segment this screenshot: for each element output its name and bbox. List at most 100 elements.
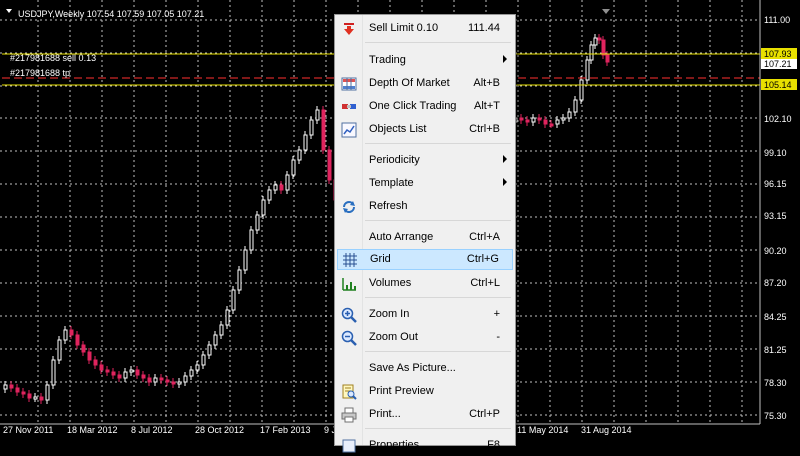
candle-body bbox=[589, 44, 594, 61]
date-label: 27 Nov 2011 bbox=[3, 425, 53, 435]
date-label: 18 Mar 2012 bbox=[67, 425, 118, 435]
price-label: 99.10 bbox=[764, 148, 787, 158]
candle-body bbox=[69, 329, 74, 336]
menu-item-label: Refresh bbox=[369, 200, 408, 212]
candle-body bbox=[585, 59, 590, 81]
menu-item-objects-list[interactable]: Objects List Ctrl+B bbox=[336, 119, 514, 140]
candle-body bbox=[39, 396, 44, 401]
candle-body bbox=[159, 377, 164, 381]
candle-body bbox=[21, 391, 26, 395]
order-price-label: 107.93 bbox=[764, 49, 792, 59]
candle-body bbox=[117, 374, 122, 379]
menu-item-depth-of-market[interactable]: Depth Of Market Alt+B bbox=[336, 73, 514, 94]
menu-item-periodicity[interactable]: Periodicity bbox=[336, 150, 514, 171]
candle-body bbox=[243, 249, 248, 271]
menu-separator bbox=[365, 143, 511, 144]
menu-item-shortcut: Ctrl+B bbox=[469, 123, 500, 135]
date-label: 8 Jul 2012 bbox=[131, 425, 173, 435]
menu-separator bbox=[365, 428, 511, 429]
menu-item-one-click-trading[interactable]: One Click Trading Alt+T bbox=[336, 96, 514, 117]
candle-body bbox=[105, 369, 110, 373]
candle-body bbox=[219, 324, 224, 336]
candle-body bbox=[309, 119, 314, 136]
volumes-icon bbox=[342, 278, 356, 291]
menu-item-label: Zoom Out bbox=[369, 331, 418, 343]
candle-body bbox=[27, 393, 32, 399]
candle-body bbox=[33, 396, 38, 400]
candle-body bbox=[99, 364, 104, 371]
date-label: 31 Aug 2014 bbox=[581, 425, 632, 435]
candle-body bbox=[75, 334, 80, 346]
order-label-sell: #217981688 sell 0.13 bbox=[10, 53, 96, 63]
menu-item-save-as-picture[interactable]: Save As Picture... bbox=[336, 358, 514, 379]
price-label: 96.15 bbox=[764, 179, 787, 189]
candle-body bbox=[303, 134, 308, 151]
candle-body bbox=[327, 149, 332, 181]
menu-separator bbox=[365, 42, 511, 43]
chart-dropdown-icon[interactable] bbox=[6, 9, 12, 13]
menu-separator bbox=[365, 351, 511, 352]
candle-body bbox=[273, 184, 278, 191]
menu-item-label: Depth Of Market bbox=[369, 77, 450, 89]
chart-shift-marker-icon[interactable] bbox=[602, 9, 610, 14]
menu-item-label: Volumes bbox=[369, 277, 412, 289]
refresh-icon bbox=[343, 201, 355, 213]
menu-item-trading[interactable]: Trading bbox=[336, 50, 514, 71]
objects-list-icon bbox=[341, 122, 357, 138]
candle-body bbox=[15, 387, 20, 393]
menu-item-sell-limit[interactable]: Sell Limit 0.10 111.44 bbox=[336, 18, 514, 39]
date-label: 17 Feb 2013 bbox=[260, 425, 311, 435]
submenu-arrow-icon bbox=[503, 155, 507, 163]
candle-body bbox=[201, 354, 206, 366]
menu-item-label: Auto Arrange bbox=[369, 231, 434, 243]
zoom-in-icon bbox=[341, 307, 357, 323]
menu-item-volumes[interactable]: Volumes Ctrl+L bbox=[336, 273, 514, 294]
candle-body bbox=[279, 184, 284, 191]
candle-body bbox=[531, 117, 536, 123]
candle-body bbox=[567, 111, 572, 119]
menu-item-print-preview[interactable]: Print Preview bbox=[336, 381, 514, 402]
menu-item-print[interactable]: Print... Ctrl+P bbox=[336, 404, 514, 425]
menu-item-properties[interactable]: Properties... F8 bbox=[336, 435, 514, 456]
menu-item-shortcut: Ctrl+L bbox=[470, 277, 500, 289]
candle-body bbox=[261, 199, 266, 216]
chart-header: USDJPY,Weekly 107.54 107.59 107.05 107.2… bbox=[18, 9, 204, 19]
menu-item-label: Print Preview bbox=[369, 385, 434, 397]
menu-item-template[interactable]: Template bbox=[336, 173, 514, 194]
menu-item-label: Save As Picture... bbox=[369, 362, 456, 374]
menu-item-shortcut: Ctrl+G bbox=[466, 253, 499, 265]
order-label-tp: #217981688 tp bbox=[10, 68, 70, 78]
menu-item-grid[interactable]: Grid Ctrl+G bbox=[337, 249, 513, 270]
date-label: 11 May 2014 bbox=[517, 425, 568, 435]
candle-body bbox=[51, 359, 56, 386]
candle-body bbox=[549, 123, 554, 127]
candle-body bbox=[87, 351, 92, 361]
menu-item-refresh[interactable]: Refresh bbox=[336, 196, 514, 217]
menu-item-label: Print... bbox=[369, 408, 401, 420]
menu-item-label: Zoom In bbox=[369, 308, 410, 320]
candle-body bbox=[111, 371, 116, 376]
zoom-out-icon bbox=[341, 330, 357, 346]
candle-body bbox=[285, 174, 290, 191]
menu-item-zoom-in[interactable]: Zoom In + bbox=[336, 304, 514, 325]
candle-body bbox=[123, 371, 128, 379]
candle-body bbox=[81, 344, 86, 353]
menu-item-label: Properties... bbox=[369, 439, 429, 451]
chart-context-menu: Sell Limit 0.10 111.44 Trading Depth Of … bbox=[334, 14, 516, 453]
grid-icon bbox=[343, 253, 357, 267]
candle-body bbox=[519, 117, 524, 121]
menu-item-zoom-out[interactable]: Zoom Out - bbox=[336, 327, 514, 348]
menu-item-label: Template bbox=[369, 177, 414, 189]
date-label: 28 Oct 2012 bbox=[195, 425, 244, 435]
one-click-trading-icon bbox=[342, 104, 356, 109]
candle-body bbox=[57, 339, 62, 361]
candle-body bbox=[135, 369, 140, 376]
menu-item-auto-arrange[interactable]: Auto Arrange Ctrl+A bbox=[336, 227, 514, 248]
price-label: 81.25 bbox=[764, 345, 787, 355]
candle-body bbox=[225, 309, 230, 326]
menu-item-shortcut: 111.44 bbox=[467, 22, 500, 34]
menu-item-label: Objects List bbox=[369, 123, 427, 135]
candle-body bbox=[561, 117, 566, 121]
candle-body bbox=[537, 117, 542, 121]
candle-body bbox=[297, 149, 302, 161]
